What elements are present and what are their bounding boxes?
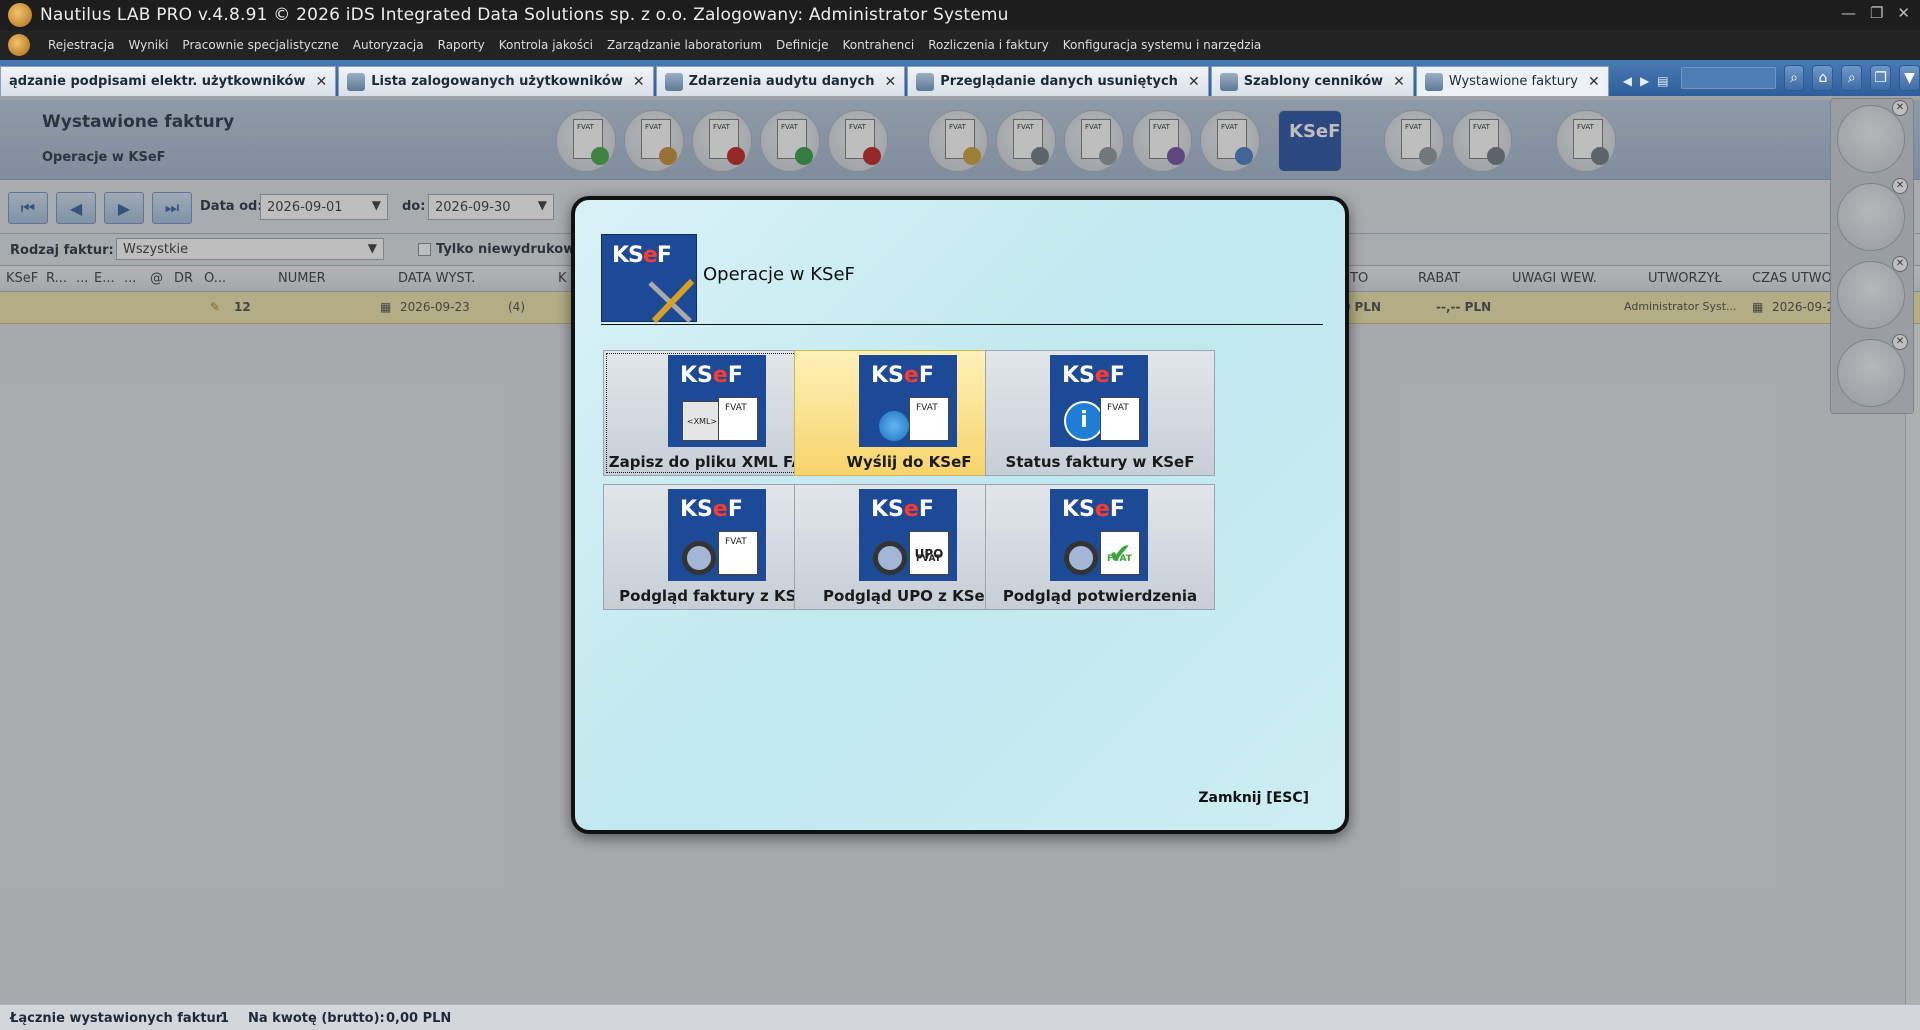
restore-icon[interactable]: ❐ bbox=[1870, 4, 1883, 22]
tab-list-icon[interactable]: ▤ bbox=[1657, 74, 1668, 88]
app-logo-icon bbox=[8, 3, 32, 27]
tab-usuniete[interactable]: Przeglądanie danych usuniętych ✕ bbox=[907, 66, 1209, 96]
magnifier-icon bbox=[1064, 541, 1098, 575]
upload-arrow-icon bbox=[879, 411, 909, 441]
tab-cenniki[interactable]: Szablony cenników ✕ bbox=[1210, 66, 1414, 96]
magnifier-icon bbox=[873, 541, 907, 575]
tab-label: Lista zalogowanych użytkowników bbox=[371, 74, 623, 89]
ksef-upo-icon: KSeF UPO bbox=[859, 489, 957, 581]
title-bar: Nautilus LAB PRO v.4.8.91 © 2026 iDS Int… bbox=[0, 0, 1920, 30]
tab-close-icon[interactable]: ✕ bbox=[885, 74, 897, 90]
ksef-xml-icon: KSeF <XML> bbox=[668, 355, 766, 447]
tab-close-icon[interactable]: ✕ bbox=[633, 74, 645, 90]
close-dialog-button[interactable]: Zamknij [ESC] bbox=[1198, 790, 1309, 806]
users-icon bbox=[347, 72, 366, 91]
floppy-xml-icon: <XML> bbox=[682, 401, 722, 441]
dropdown-icon[interactable]: ▼ bbox=[1899, 65, 1920, 91]
tab-close-icon[interactable]: ✕ bbox=[315, 74, 327, 90]
ksef-status-button[interactable]: KSeF i Status faktury w KSeF bbox=[985, 350, 1215, 476]
menu-logo-icon[interactable] bbox=[8, 34, 30, 56]
dialog-title: Operacje w KSeF bbox=[703, 264, 855, 285]
ksef-send-icon: KSeF bbox=[859, 355, 957, 447]
menu-kontrola-jakosci[interactable]: Kontrola jakości bbox=[499, 38, 593, 52]
info-icon: i bbox=[1064, 401, 1104, 441]
magnifier-icon bbox=[682, 541, 716, 575]
upo-doc-icon: UPO bbox=[909, 531, 949, 581]
ksef-confirmation-icon: KSeF ✔ bbox=[1050, 489, 1148, 581]
tab-label: Zdarzenia audytu danych bbox=[688, 74, 875, 89]
menu-raporty[interactable]: Raporty bbox=[438, 38, 485, 52]
ksef-preview-icon: KSeF bbox=[668, 489, 766, 581]
menu-konfiguracja[interactable]: Konfiguracja systemu i narzędzia bbox=[1063, 38, 1262, 52]
tab-zalogowani[interactable]: Lista zalogowanych użytkowników ✕ bbox=[338, 66, 654, 96]
windows-icon[interactable]: ❐ bbox=[1870, 65, 1892, 91]
count-label: Łącznie wystawionych faktur: bbox=[10, 1011, 228, 1026]
preview-confirmation-button[interactable]: KSeF ✔ Podgląd potwierdzenia bbox=[985, 484, 1215, 610]
trash-icon bbox=[916, 72, 935, 91]
tab-bar: ądzanie podpisami elektr. użytkowników ✕ … bbox=[0, 60, 1920, 96]
menu-autoryzacja[interactable]: Autoryzacja bbox=[353, 38, 424, 52]
ksef-operations-dialog: KSeF Operacje w KSeF KSeF <XML> Zapisz d… bbox=[571, 196, 1349, 834]
window-title: Nautilus LAB PRO v.4.8.91 © 2026 iDS Int… bbox=[40, 5, 1009, 25]
home-icon[interactable]: ⌂ bbox=[1812, 65, 1834, 91]
tab-close-icon[interactable]: ✕ bbox=[1588, 74, 1600, 90]
tab-next-icon[interactable]: ▶ bbox=[1640, 74, 1649, 88]
zoom-icon[interactable]: ⌕ bbox=[1841, 65, 1863, 91]
menu-pracownie[interactable]: Pracownie specjalistyczne bbox=[182, 38, 338, 52]
tab-label: Wystawione faktury bbox=[1448, 74, 1578, 89]
ksef-status-label: Status faktury w KSeF bbox=[1005, 453, 1195, 471]
menu-rozliczenia[interactable]: Rozliczenia i faktury bbox=[928, 38, 1049, 52]
search-icon[interactable]: ⌕ bbox=[1783, 65, 1805, 91]
menu-kontrahenci[interactable]: Kontrahenci bbox=[842, 38, 914, 52]
invoice-icon bbox=[1424, 72, 1443, 91]
tab-close-icon[interactable]: ✕ bbox=[1393, 74, 1405, 90]
close-icon[interactable]: ✕ bbox=[1897, 4, 1910, 22]
tab-wystawione-faktury[interactable]: Wystawione faktury ✕ bbox=[1415, 66, 1609, 96]
window-controls: — ❐ ✕ bbox=[1841, 4, 1910, 22]
dialog-divider bbox=[601, 324, 1323, 325]
tab-label: Szablony cenników bbox=[1243, 74, 1384, 89]
tab-label: ądzanie podpisami elektr. użytkowników bbox=[9, 74, 306, 89]
preview-confirmation-label: Podgląd potwierdzenia bbox=[1002, 587, 1198, 605]
menu-bar: Rejestracja Wyniki Pracownie specjalisty… bbox=[0, 30, 1920, 60]
tools-icon bbox=[648, 278, 695, 324]
amount-value: 0,00 PLN bbox=[386, 1011, 452, 1026]
count-value: 1 bbox=[220, 1011, 230, 1026]
menu-rejestracja[interactable]: Rejestracja bbox=[48, 38, 114, 52]
tab-audyt[interactable]: Zdarzenia audytu danych ✕ bbox=[655, 66, 906, 96]
status-bar: Łącznie wystawionych faktur: 1 Na kwotę … bbox=[0, 1004, 1920, 1030]
amount-label: Na kwotę (brutto): bbox=[248, 1011, 385, 1026]
tab-podpisy[interactable]: ądzanie podpisami elektr. użytkowników ✕ bbox=[0, 66, 337, 96]
menu-wyniki[interactable]: Wyniki bbox=[128, 38, 168, 52]
tab-navigation: ◀ ▶ ▤ bbox=[1623, 66, 1669, 96]
check-icon: ✔ bbox=[1100, 531, 1140, 581]
ksef-tools-icon: KSeF bbox=[601, 234, 697, 324]
minimize-icon[interactable]: — bbox=[1841, 4, 1856, 22]
audit-icon bbox=[664, 72, 683, 91]
ksef-status-icon: KSeF i bbox=[1050, 355, 1148, 447]
menu-definicje[interactable]: Definicje bbox=[776, 38, 828, 52]
pricelist-icon bbox=[1219, 72, 1238, 91]
tab-label: Przeglądanie danych usuniętych bbox=[940, 74, 1178, 89]
tab-prev-icon[interactable]: ◀ bbox=[1623, 74, 1632, 88]
menu-zarzadzanie-laboratorium[interactable]: Zarządzanie laboratorium bbox=[607, 38, 762, 52]
tab-close-icon[interactable]: ✕ bbox=[1188, 74, 1200, 90]
global-search-input[interactable] bbox=[1680, 67, 1776, 89]
